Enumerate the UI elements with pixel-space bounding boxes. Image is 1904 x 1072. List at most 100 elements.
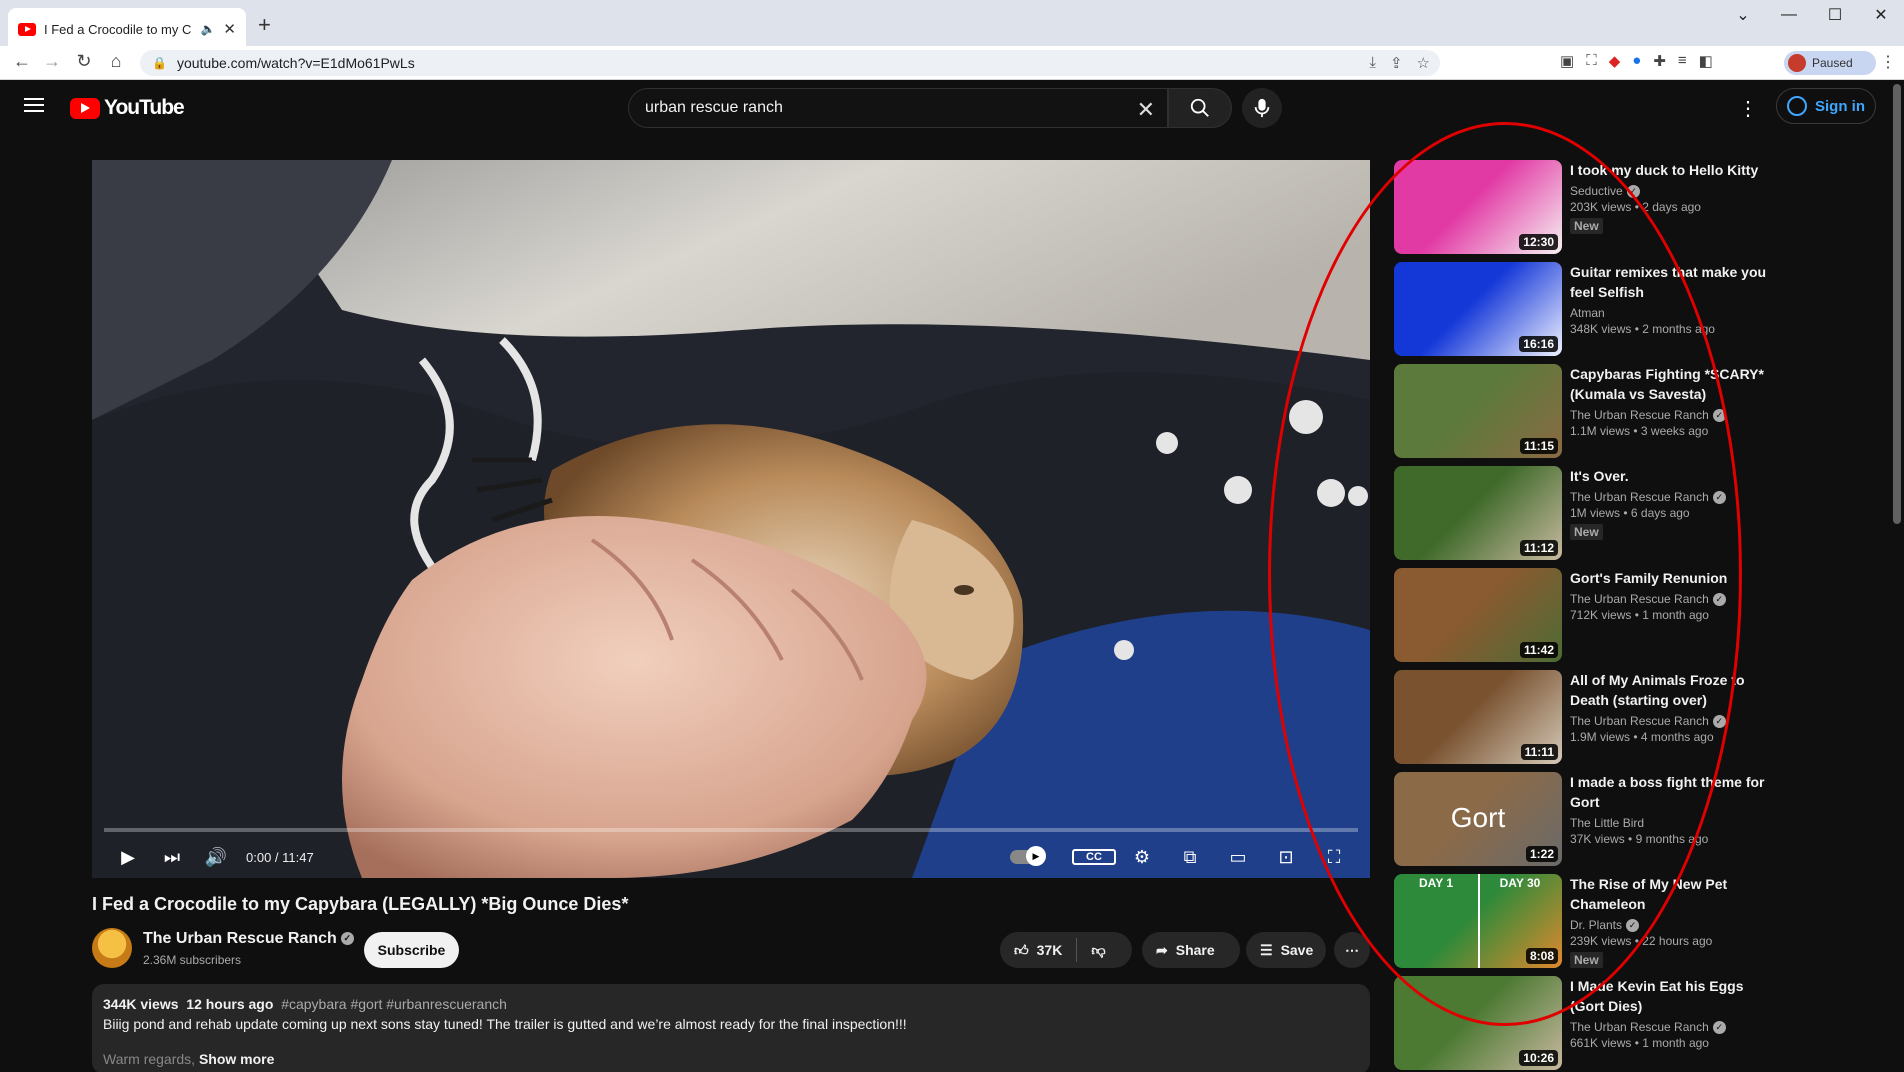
recommendation-item[interactable]: DAY 1 DAY 30 8:08 The Rise of My New Pet Ch… [1394,874,1774,969]
tab-audio-icon[interactable]: 🔈 [200,22,215,36]
play-icon[interactable]: ▶ [106,847,150,868]
recommendation-title[interactable]: I took my duck to Hello Kitty [1570,160,1770,180]
settings-gear-icon[interactable]: ⚙ [1120,847,1164,868]
recommendation-views: 348K views [1570,322,1632,336]
recommendation-item[interactable]: 16:16 Guitar remixes that make you feel S… [1394,262,1774,356]
extension-icon[interactable]: ▣ [1560,52,1574,70]
extension-red-icon[interactable]: ◆ [1609,52,1621,70]
recommendation-channel[interactable]: The Little Bird [1570,816,1770,830]
fullscreen-icon[interactable]: ⛶ [1312,847,1356,868]
next-icon[interactable]: ⏭ [150,847,194,868]
video-thumbnail[interactable]: 11:11 [1394,670,1562,764]
recommendation-title[interactable]: The Rise of My New Pet Chameleon [1570,874,1770,914]
subscribe-button[interactable]: Subscribe [364,932,459,968]
recommendation-item[interactable]: 11:15 Capybaras Fighting *SCARY* (Kumala … [1394,364,1774,458]
voice-search-button[interactable] [1242,88,1282,128]
theater-mode-icon[interactable]: ▭ [1216,847,1260,868]
new-tab-button[interactable]: + [258,12,271,38]
address-bar[interactable]: 🔒 youtube.com/watch?v=E1dMo61PwLs ⤓ ⇪ ☆ [140,50,1440,76]
puzzle-icon[interactable]: ✚ [1653,52,1666,70]
sign-in-button[interactable]: Sign in [1776,88,1876,124]
settings-menu-icon[interactable]: ⋮ [1738,96,1758,121]
captions-icon[interactable]: CC [1072,849,1116,865]
home-button[interactable]: ⌂ [104,51,128,72]
recommendation-title[interactable]: Capybaras Fighting *SCARY* (Kumala vs Sa… [1570,364,1770,404]
video-frame [92,160,1370,878]
recommendation-channel[interactable]: Seductive ✓ [1570,184,1770,199]
chrome-menu-icon[interactable]: ⋮ [1880,52,1896,72]
recommendation-title[interactable]: All of My Animals Froze to Death (starti… [1570,670,1770,710]
recommendation-title[interactable]: Guitar remixes that make you feel Selfis… [1570,262,1770,302]
side-panel-icon[interactable]: ◧ [1699,52,1713,70]
cast-icon[interactable]: ⊡ [1264,847,1308,868]
recommendation-channel[interactable]: Atman [1570,306,1770,320]
profile-button[interactable]: Paused [1784,51,1876,75]
volume-icon[interactable]: 🔊 [194,847,238,868]
autoplay-toggle[interactable] [1010,846,1046,866]
more-actions-button[interactable]: ⋯ [1334,932,1370,968]
recommendation-channel[interactable]: The Urban Rescue Ranch ✓ [1570,592,1770,607]
video-thumbnail[interactable]: 16:16 [1394,262,1562,356]
description-box[interactable]: 344K views 12 hours ago #capybara #gort … [92,984,1370,1072]
channel-name[interactable]: The Urban Rescue Ranch ✓ [143,930,354,948]
minimize-button[interactable]: — [1766,0,1812,30]
hamburger-menu-icon[interactable] [24,98,44,112]
recommendation-item[interactable]: 11:42 Gort's Family Renunion The Urban Res… [1394,568,1774,662]
hashtags[interactable]: #capybara #gort #urbanrescueranch [281,996,507,1012]
channel-avatar[interactable] [92,928,132,968]
video-thumbnail[interactable]: 12:30 [1394,160,1562,254]
bookmark-star-icon[interactable]: ☆ [1417,54,1430,72]
tab-search-icon[interactable]: ⌄ [1720,0,1766,30]
like-button[interactable]: 👍︎ 37K [1000,938,1078,962]
verified-icon: ✓ [1712,715,1726,729]
recommendation-title[interactable]: I Made Kevin Eat his Eggs (Gort Dies) [1570,976,1770,1016]
recommendation-item[interactable]: 12:30 I took my duck to Hello Kitty Seduct… [1394,160,1774,254]
youtube-play-icon [70,97,100,119]
screenshot-extension-icon[interactable]: ⛶ [1586,52,1597,70]
video-thumbnail[interactable]: 11:15 [1394,364,1562,458]
search-button[interactable] [1168,88,1232,128]
recommendation-title[interactable]: It's Over. [1570,466,1770,486]
recommendation-channel[interactable]: The Urban Rescue Ranch ✓ [1570,490,1770,505]
browser-tab-youtube[interactable]: I Fed a Crocodile to my Capy 🔈 ✕ [8,8,246,50]
recommendation-channel[interactable]: Dr. Plants ✓ [1570,918,1770,933]
recommendation-channel[interactable]: The Urban Rescue Ranch ✓ [1570,1020,1770,1035]
save-button[interactable]: ☰ Save [1246,932,1326,968]
recommendation-item[interactable]: 10:26 I Made Kevin Eat his Eggs (Gort Die… [1394,976,1774,1070]
back-button[interactable]: ← [10,51,34,72]
scrollbar-thumb[interactable] [1893,84,1901,524]
clear-search-icon[interactable]: ✕ [1137,97,1155,123]
recommendation-title[interactable]: Gort's Family Renunion [1570,568,1770,588]
show-more-link[interactable]: Show more [199,1051,274,1067]
recommendation-item[interactable]: Gort 1:22 I made a boss fight theme for Go… [1394,772,1774,866]
recommendation-item[interactable]: 11:11 All of My Animals Froze to Death (s… [1394,670,1774,764]
tab-close-icon[interactable]: ✕ [223,20,236,38]
maximize-button[interactable]: ☐ [1812,0,1858,30]
dislike-button[interactable]: 👎︎ [1077,942,1119,959]
window-close-button[interactable]: ✕ [1858,0,1904,30]
youtube-logo[interactable]: YouTube [70,96,185,120]
install-icon[interactable]: ⤓ [1369,54,1376,72]
extension-blue-icon[interactable]: ● [1632,52,1641,70]
reload-button[interactable]: ↻ [72,51,96,72]
recommendation-item[interactable]: 11:12 It's Over. The Urban Rescue Ranch ✓ 1M… [1394,466,1774,560]
video-thumbnail[interactable]: DAY 1 DAY 30 8:08 [1394,874,1562,968]
recommendation-channel-name: The Urban Rescue Ranch [1570,592,1709,606]
miniplayer-icon[interactable]: ⧉ [1168,847,1212,868]
video-thumbnail[interactable]: 11:42 [1394,568,1562,662]
recommendation-title[interactable]: I made a boss fight theme for Gort [1570,772,1770,812]
recommendation-channel[interactable]: The Urban Rescue Ranch ✓ [1570,714,1770,729]
recommendation-age: 22 hours ago [1642,934,1713,949]
share-page-icon[interactable]: ⇪ [1390,54,1403,72]
recommendation-channel[interactable]: The Urban Rescue Ranch ✓ [1570,408,1770,423]
media-control-icon[interactable]: ≡ [1678,52,1687,70]
share-button[interactable]: ➦ Share [1142,932,1240,968]
video-thumbnail[interactable]: 10:26 [1394,976,1562,1070]
video-thumbnail[interactable]: Gort 1:22 [1394,772,1562,866]
search-input[interactable] [645,99,1115,117]
forward-button[interactable]: → [40,51,64,72]
lock-icon[interactable]: 🔒 [152,56,167,70]
progress-bar[interactable] [104,828,1358,832]
video-thumbnail[interactable]: 11:12 [1394,466,1562,560]
video-player[interactable]: ▶ ⏭ 🔊 0:00 / 11:47 CC ⚙ ⧉ ▭ ⊡ ⛶ [92,160,1370,878]
